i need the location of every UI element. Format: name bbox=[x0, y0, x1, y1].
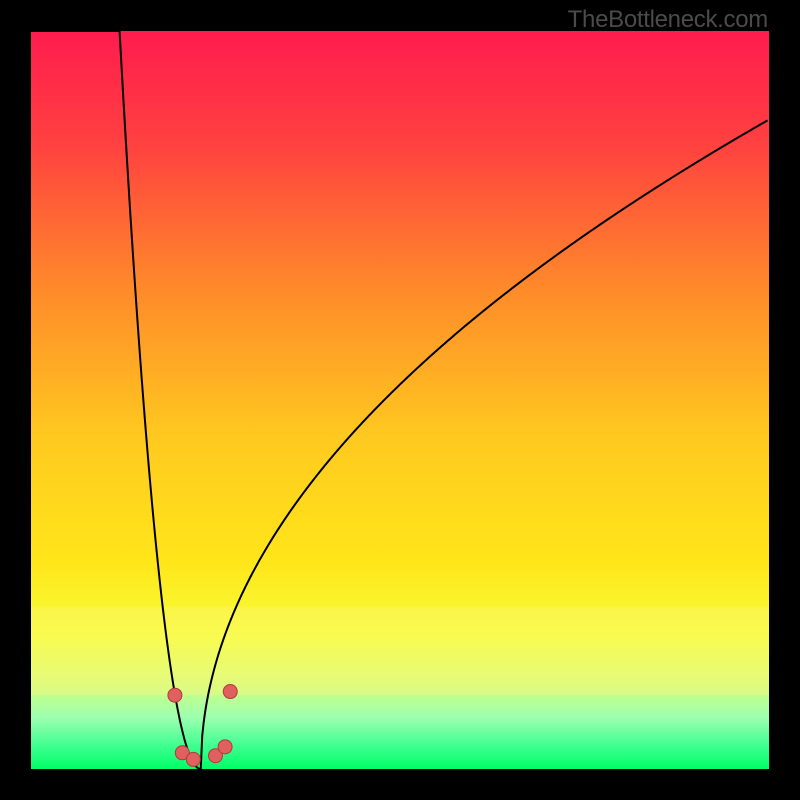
chart-svg bbox=[31, 31, 769, 769]
outer-frame: TheBottleneck.com bbox=[0, 0, 800, 800]
plot-area bbox=[31, 31, 769, 769]
watermark-text: TheBottleneck.com bbox=[568, 6, 768, 34]
data-point bbox=[223, 685, 237, 699]
data-point bbox=[168, 688, 182, 702]
pale-band bbox=[31, 607, 769, 696]
data-point bbox=[218, 740, 232, 754]
data-point bbox=[186, 752, 200, 766]
